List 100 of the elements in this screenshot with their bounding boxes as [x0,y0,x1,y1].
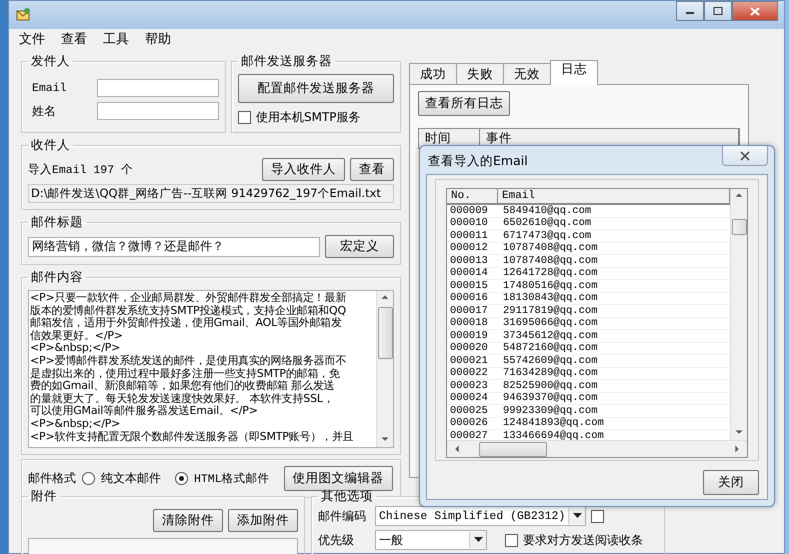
content-field[interactable] [28,290,394,448]
menu-item[interactable]: 文件 [11,30,53,48]
group-title: 附件 [30,488,58,505]
checkbox[interactable] [238,111,251,124]
text-line: 邮箱发信，适用于外贸邮件投递，使用Gmail、AOL等国外邮箱发 [30,317,343,330]
table-cell-text: 6717473@qq.com [502,230,592,242]
format-label: 邮件格式 [28,470,76,487]
dialog-title: 查看导入的Email [428,153,528,170]
import-count: 导入Email 197 个 [28,162,134,177]
table-cell-text: 10787408@qq.com [502,254,598,267]
toolbar-button[interactable]: 清除附件 [153,509,223,532]
editor-button[interactable]: 使用图文编辑器 [284,466,393,491]
text-line: 的量就更大了。每天轮发发送速度快效果好。 本软件支持SSL， [30,392,335,405]
encoding-dropdown[interactable]: Chinese Simplified (GB2312) [375,506,586,526]
text-line: 版本的爱博邮件群发系统支持SMTP投递模式，支持企业邮箱和QQ [30,304,347,317]
scroll-thumb[interactable] [479,442,547,456]
tab[interactable]: 日志 [550,60,598,85]
toolbar-button[interactable]: 查看 [350,158,394,181]
app-icon [15,7,31,23]
table-cell-text: 000010 [449,217,489,230]
table-cell-text: 94639370@qq.com [502,392,598,404]
table-cell-text: 54872160@qq.com [502,342,598,354]
input-field[interactable] [97,102,219,120]
table-cell-text: 000015 [449,280,489,292]
macro-button[interactable]: 宏定义 [325,235,394,258]
table-cell-text: 31695066@qq.com [502,317,598,330]
scroll-thumb[interactable] [732,219,746,235]
tab[interactable]: 成功 [409,63,457,85]
dropdown-arrow-icon [572,513,582,519]
scroll-thumb[interactable] [378,307,392,359]
text-line: <P>&nbsp;</P> [30,342,122,354]
menu-item[interactable]: 帮助 [137,30,179,48]
column-header[interactable]: No. [447,189,498,203]
menu-item[interactable]: 查看 [53,30,95,48]
group-title: 发件人 [30,53,71,70]
maximize-icon [713,7,723,15]
close-button[interactable] [722,146,768,166]
table-cell-text: 000018 [449,317,489,330]
table-cell-text: 12641728@qq.com [502,267,598,280]
table-cell-text: 000020 [449,342,489,354]
table-cell-text: 18130843@qq.com [502,292,598,304]
input-field[interactable] [97,79,219,97]
group-title: 收件人 [30,137,71,154]
table-cell-text: 99923309@qq.com [502,404,598,417]
radio-button[interactable] [175,472,188,485]
table-cell-text: 000025 [449,404,489,417]
radio-label: HTML格式邮件 [194,472,270,486]
table-cell-text: 37345612@qq.com [502,330,598,342]
checkbox-label: 使用本机SMTP服务 [256,109,361,126]
table-cell-text: 000019 [449,330,489,342]
radio-button[interactable] [82,472,95,485]
field-label: 姓名 [32,102,57,120]
table-cell-text: 000027 [449,430,489,440]
table-cell-text: 6502610@qq.com [502,217,592,230]
table-cell-text: 124841893@qq.com [502,417,604,430]
menu-item[interactable]: 工具 [95,30,137,48]
text-line: 是虚拟出来的，使用过程中最好多注册一些支持SMTP的邮箱，免 [30,368,341,380]
table-cell-text: 5849410@qq.com [502,204,592,217]
table-cell-text: 000022 [449,367,489,380]
table-cell-text: 17480516@qq.com [502,280,598,292]
table-cell-text: 71634289@qq.com [502,367,598,380]
table-cell-text: 10787408@qq.com [502,242,598,254]
close-icon [750,6,760,16]
table-cell-text: 55742609@qq.com [502,354,598,367]
toolbar-button[interactable]: 添加附件 [228,509,298,532]
table-cell-text: 000021 [449,354,489,367]
minimize-button[interactable] [676,1,704,21]
table-cell-text: 000013 [449,254,489,267]
group-title: 邮件内容 [30,269,84,286]
table-cell-text: 000024 [449,392,489,404]
checkbox[interactable] [591,510,604,522]
priority-label: 优先级 [318,532,355,548]
table-cell-text: 000026 [449,417,489,430]
table-cell-text: 000012 [449,242,489,254]
priority-dropdown[interactable]: 一般 [375,530,487,550]
text-line: 费的如Gmail、新浪邮箱等，如果您有他们的收费邮箱 那么发送 [30,380,336,392]
table-cell-text: 000009 [449,204,489,217]
text-line: <P>只要一款软件，企业邮局群发、外贸邮件群发全部搞定！最新 [30,292,348,304]
dropdown-arrow-icon [474,537,482,543]
text-line: 可以使用GMail等邮件服务器发送Email。</P> [30,405,259,418]
radio-label: 纯文本邮件 [101,470,161,487]
checkbox-label: 要求对方发送阅读收条 [523,532,643,548]
table-cell-text: 000016 [449,292,489,304]
text-line: 信效果更好。</P> [30,330,124,342]
subject-field[interactable]: 网络营销，微信？微博？还是邮件？ [28,236,320,256]
view-logs-button[interactable]: 查看所有日志 [418,91,510,116]
group-title: 其他选项 [320,488,374,505]
file-path: D:\邮件发送\QQ群_网络广告--互联网 91429762_197个Email.txt [28,184,394,203]
configure-server-button[interactable]: 配置邮件发送服务器 [238,74,394,103]
text-line: <P>软件支持配置无限个数邮件发送服务器（即SMTP账号），并且 [30,430,354,444]
group-title: 邮件发送服务器 [240,53,333,70]
toolbar-button[interactable]: 导入收件人 [262,158,345,181]
encoding-label: 邮件编码 [318,508,367,524]
field-label: Email [32,82,68,94]
close-button[interactable] [732,1,778,21]
table-cell-text: 000023 [449,380,489,392]
maximize-button[interactable] [704,1,732,21]
table-cell-text: 000014 [449,267,489,280]
close-dialog-button[interactable]: 关闭 [703,470,759,495]
checkbox[interactable] [505,534,518,546]
